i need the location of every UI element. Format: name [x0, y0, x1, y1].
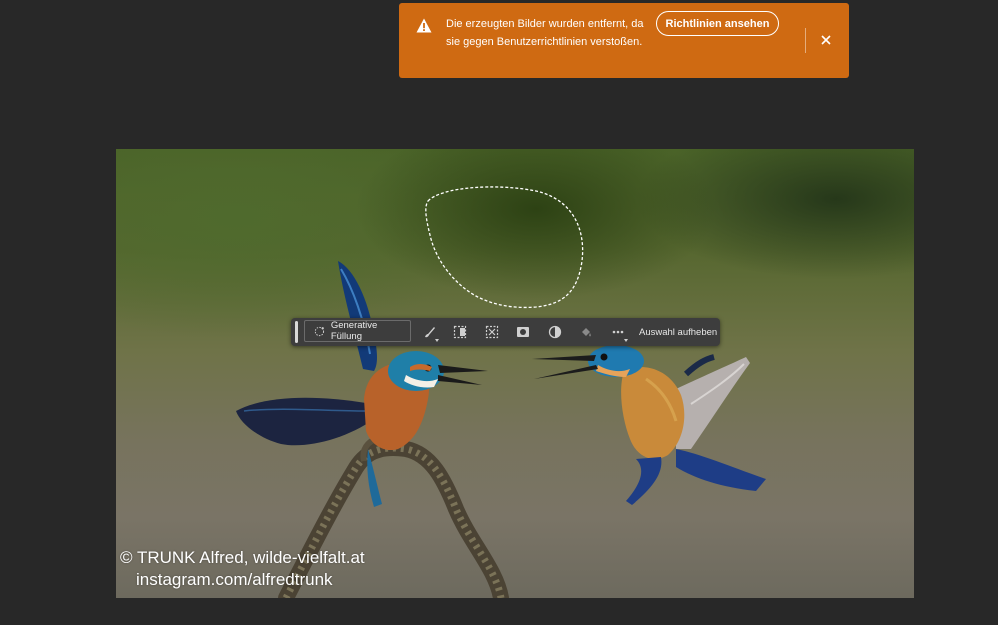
mask-icon [517, 327, 529, 337]
generative-fill-button[interactable]: Generative Füllung [304, 320, 411, 342]
taskbar-drag-handle[interactable] [295, 321, 298, 343]
contextual-taskbar: Generative Füllung Auswahl aufheben [291, 318, 720, 346]
more-icon [612, 330, 624, 334]
brush-tool-button[interactable] [419, 322, 439, 342]
generative-fill-icon [314, 326, 325, 336]
view-guidelines-button[interactable]: Richtlinien ansehen [656, 11, 779, 36]
selection-marquee [425, 186, 584, 309]
document-canvas[interactable]: © TRUNK Alfred, wilde-vielfalt.at instag… [116, 149, 914, 598]
select-subject-button[interactable] [450, 322, 470, 342]
kingfisher-photo [236, 186, 766, 598]
policy-warning-toast: Die erzeugten Bilder wurden entfernt, da… [399, 3, 849, 78]
fill-bucket-icon [582, 328, 591, 337]
watermark-line-2: instagram.com/alfredtrunk [136, 570, 333, 589]
adjustment-icon [548, 325, 562, 339]
select-subject-icon [453, 325, 467, 339]
fill-bucket-button[interactable] [576, 322, 596, 342]
adjustment-button[interactable] [545, 322, 565, 342]
watermark-line-1: © TRUNK Alfred, wilde-vielfalt.at [120, 548, 365, 567]
more-options-button[interactable] [608, 322, 628, 342]
deselect-button[interactable]: Auswahl aufheben [639, 318, 717, 346]
brush-icon [425, 327, 435, 338]
copyright-watermark: © TRUNK Alfred, wilde-vielfalt.at instag… [120, 547, 365, 591]
transform-selection-icon [485, 325, 499, 339]
toast-divider [805, 28, 806, 53]
warning-icon [416, 18, 432, 33]
close-icon[interactable] [820, 34, 832, 46]
toast-message: Die erzeugten Bilder wurden entfernt, da… [446, 18, 644, 48]
generative-fill-label: Generative Füllung [330, 320, 378, 342]
transform-selection-button[interactable] [482, 322, 502, 342]
mask-button[interactable] [513, 322, 533, 342]
